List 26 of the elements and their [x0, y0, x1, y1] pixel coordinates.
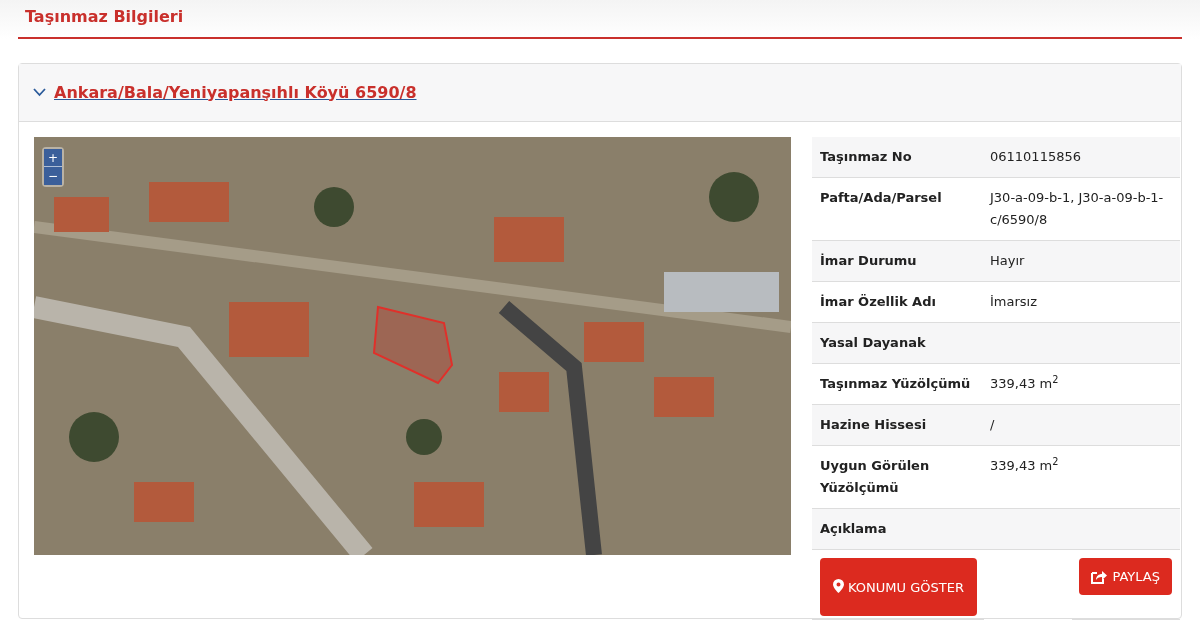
detail-value: İmarsız	[990, 293, 1039, 311]
show-location-button[interactable]: KONUMU GÖSTER	[820, 558, 977, 616]
property-title-link[interactable]: Ankara/Bala/Yeniyapanşıhlı Köyü 6590/8	[54, 80, 417, 105]
detail-value: J30-a-09-b-1, J30-a-09-b-1-c/6590/8	[990, 189, 1165, 229]
satellite-map[interactable]: + −	[34, 137, 791, 555]
map-pin-icon	[833, 578, 845, 593]
detail-label: Taşınmaz No	[820, 148, 913, 166]
detail-label: Hazine Hissesi	[820, 416, 928, 434]
detail-label: İmar Özellik Adı	[820, 293, 937, 311]
zoom-in-button[interactable]: +	[44, 149, 62, 167]
share-button[interactable]: PAYLAŞ	[1079, 558, 1172, 595]
detail-label: Açıklama	[820, 520, 888, 538]
detail-label: İmar Durumu	[820, 252, 918, 270]
detail-value: 339,43 m$^{2}$	[990, 373, 1060, 393]
detail-value: Hayır	[990, 252, 1026, 270]
page-title: Taşınmaz Bilgileri	[25, 6, 184, 28]
zoom-out-button[interactable]: −	[44, 167, 62, 185]
detail-value: 339,43 m$^{2}$	[990, 455, 1060, 475]
detail-value: 06110115856	[990, 148, 1082, 166]
detail-label: Pafta/Ada/Parsel	[820, 189, 943, 207]
detail-label: Taşınmaz Yüzölçümü	[820, 375, 972, 393]
share-icon	[1091, 569, 1108, 584]
detail-value: /	[990, 416, 996, 434]
detail-label: Yasal Dayanak	[820, 334, 927, 352]
detail-label: Uygun Görülen Yüzölçümü	[820, 457, 931, 497]
chevron-down-icon[interactable]	[33, 88, 46, 97]
